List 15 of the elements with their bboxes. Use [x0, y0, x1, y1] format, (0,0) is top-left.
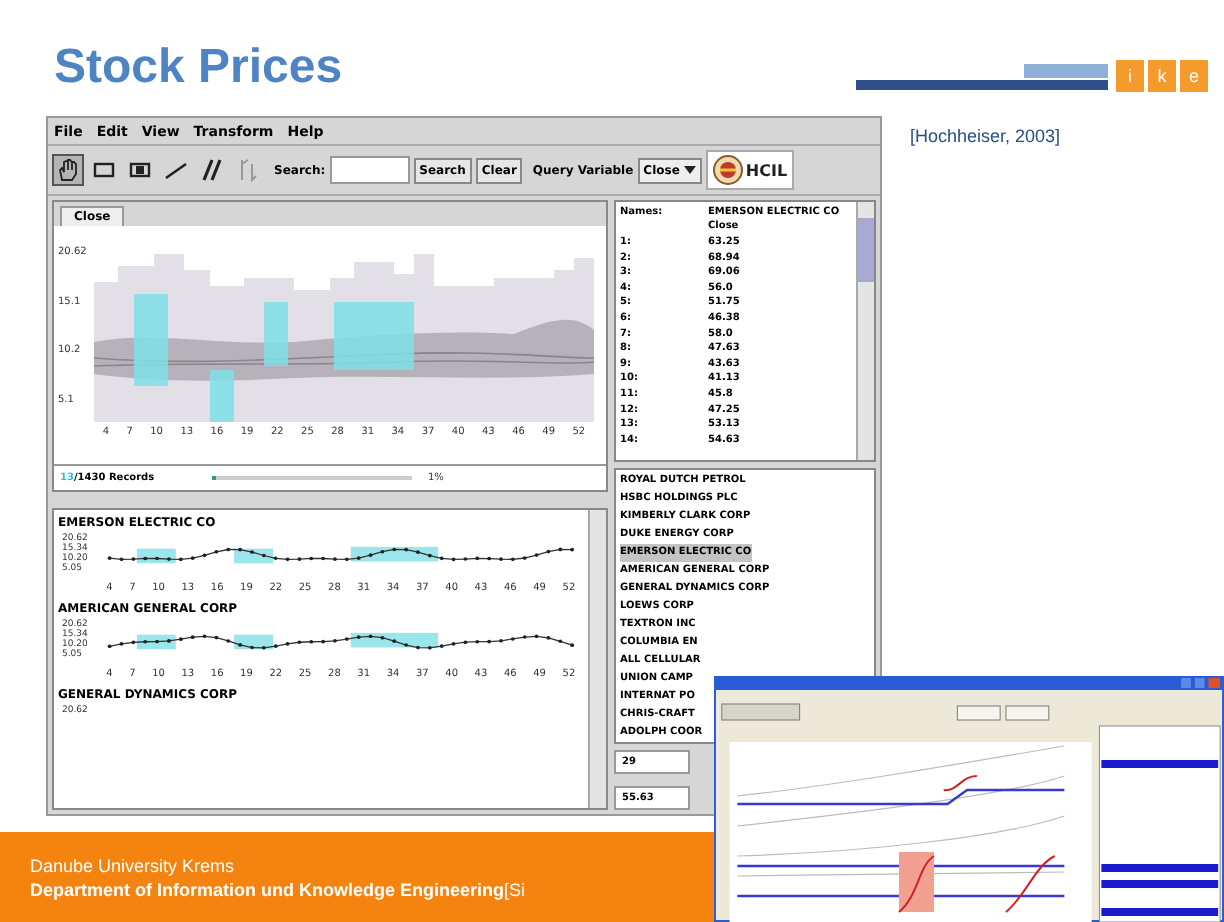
citation: [Hochheiser, 2003] [910, 126, 1061, 146]
hcil-logo: HCIL [705, 150, 794, 190]
search-field[interactable] [329, 156, 410, 184]
hand-tool-button[interactable] [52, 154, 84, 186]
footer-text: [Si [504, 879, 526, 899]
scrollbar[interactable] [856, 202, 874, 460]
logo-letter: i [1116, 60, 1144, 92]
logo-letter: k [1148, 60, 1176, 92]
caret-icon [683, 166, 696, 174]
footer-text: Danube University Krems [30, 855, 237, 875]
logo-letter: e [1180, 60, 1208, 92]
scrollbar[interactable] [588, 510, 606, 808]
slide-title: Stock Prices [54, 40, 343, 96]
logo-strip-icon [856, 64, 1108, 92]
turtle-logo-icon [711, 154, 744, 186]
